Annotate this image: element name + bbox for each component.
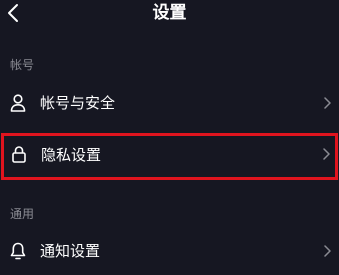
chevron-right-icon: [324, 245, 331, 257]
nav-bar: 设置: [0, 0, 339, 30]
page-title: 设置: [152, 3, 187, 23]
chevron-right-icon: [324, 97, 331, 109]
settings-row-label: 通知设置: [40, 242, 101, 260]
section-header-account: 帐号: [10, 58, 35, 72]
user-icon: [10, 94, 26, 112]
settings-row-label: 帐号与安全: [40, 94, 116, 112]
section-header-general: 通用: [10, 207, 35, 221]
settings-row-account-security[interactable]: 帐号与安全: [0, 82, 339, 126]
lock-icon: [12, 146, 26, 163]
bell-icon: [10, 242, 26, 260]
settings-row-label: 隐私设置: [41, 146, 102, 164]
settings-row-privacy[interactable]: 隐私设置: [1, 133, 338, 180]
chevron-right-icon: [323, 148, 330, 160]
settings-row-notifications[interactable]: 通知设置: [0, 230, 339, 274]
